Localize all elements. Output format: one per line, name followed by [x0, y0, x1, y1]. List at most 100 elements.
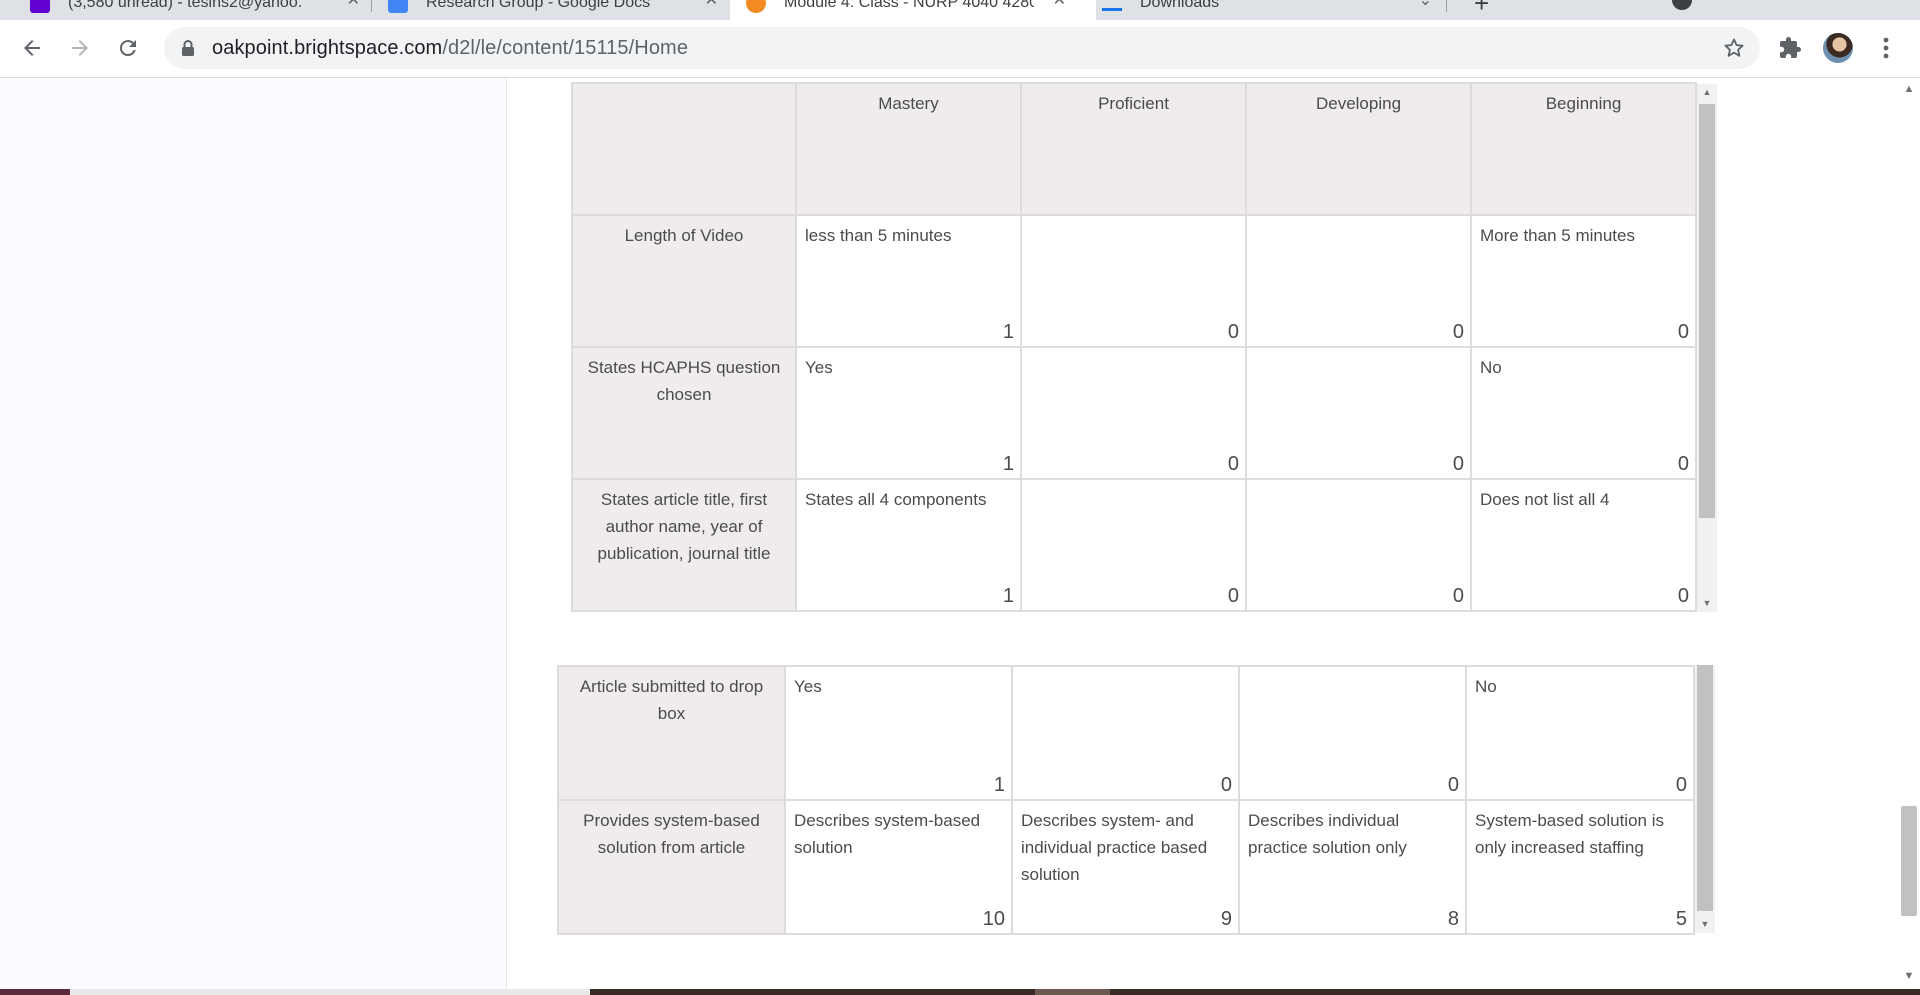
cell-points: 5	[1675, 908, 1687, 930]
scrollbar-thumb[interactable]	[1699, 104, 1715, 518]
cell-points: 0	[1452, 585, 1464, 607]
url-text[interactable]: oakpoint.brightspace.com/d2l/le/content/…	[212, 37, 688, 60]
chevron-down-icon[interactable]: ⌄	[1419, 0, 1432, 10]
rubric-cell: Yes 1	[784, 665, 1013, 801]
cell-points: 0	[1227, 321, 1239, 343]
rubric-cell: States all 4 components 1	[795, 478, 1022, 612]
close-icon[interactable]: ✕	[1053, 0, 1066, 10]
rubric-cell: System-based solution is only increased …	[1465, 799, 1695, 935]
content-navigation-panel	[0, 78, 507, 990]
reload-button[interactable]	[110, 30, 146, 66]
browser-tab-brightspace[interactable]: Module 4: Class - NURP 4040 4280 ✕	[730, 0, 1096, 20]
arrow-right-icon	[72, 40, 88, 56]
rubric-cell: 0	[1020, 478, 1247, 612]
cell-description: Describes individual practice solution o…	[1248, 811, 1407, 857]
arrow-left-icon	[24, 40, 40, 56]
close-icon[interactable]: ✕	[347, 0, 360, 10]
cell-points: 0	[1227, 585, 1239, 607]
scroll-down-icon[interactable]: ▼	[1898, 971, 1920, 982]
scroll-up-icon[interactable]: ▲	[1898, 84, 1920, 95]
browser-toolbar: oakpoint.brightspace.com/d2l/le/content/…	[0, 20, 1920, 78]
cell-points: 1	[993, 774, 1005, 796]
criterion-label: Provides system-based solution from arti…	[557, 799, 786, 935]
tab-strip: (3,580 unread) - tesins2@yahoo. ✕ Resear…	[0, 0, 1920, 20]
downloads-icon	[1102, 0, 1122, 11]
forward-button[interactable]	[62, 30, 98, 66]
cell-points: 9	[1220, 908, 1232, 930]
cell-points: 8	[1447, 908, 1459, 930]
tab-title: Module 4: Class - NURP 4040 4280	[784, 0, 1034, 11]
cell-points: 0	[1677, 453, 1689, 475]
cell-description: Describes system-based solution	[794, 811, 981, 857]
tab-divider	[1446, 0, 1447, 12]
scroll-down-icon[interactable]: ▼	[1695, 919, 1715, 929]
browser-tab-docs[interactable]: Research Group - Google Docs ✕	[388, 0, 718, 20]
cell-points: 0	[1227, 453, 1239, 475]
cell-points: 10	[982, 908, 1005, 930]
media-control-icon[interactable]	[1672, 0, 1692, 10]
rubric-corner-cell	[571, 82, 797, 216]
cell-points: 0	[1675, 774, 1687, 796]
cell-description: No	[1480, 358, 1502, 377]
tab-title: (3,580 unread) - tesins2@yahoo.	[68, 0, 303, 11]
taskbar-segment	[1035, 989, 1110, 995]
rubric-row-system-solution: Provides system-based solution from arti…	[557, 799, 1695, 935]
browser-tab-mail[interactable]: (3,580 unread) - tesins2@yahoo. ✕	[30, 0, 360, 20]
level-header-mastery: Mastery	[795, 82, 1022, 216]
cell-points: 0	[1447, 774, 1459, 796]
rubric-cell: More than 5 minutes 0	[1470, 214, 1697, 348]
rubric-cell: 0	[1245, 346, 1472, 480]
rubric-cell: less than 5 minutes 1	[795, 214, 1022, 348]
cell-description: More than 5 minutes	[1480, 226, 1635, 245]
browser-menu-button[interactable]	[1868, 30, 1904, 66]
more-vert-icon	[1883, 37, 1889, 59]
extensions-button[interactable]	[1772, 30, 1808, 66]
new-tab-icon[interactable]: +	[1474, 0, 1489, 19]
rubric-cell: Describes system-based solution 10	[784, 799, 1013, 935]
scrollbar-thumb[interactable]	[1697, 665, 1713, 911]
criterion-label: States article title, first author name,…	[571, 478, 797, 612]
cell-description: No	[1475, 677, 1497, 696]
address-bar[interactable]: oakpoint.brightspace.com/d2l/le/content/…	[164, 27, 1760, 69]
cell-description: Yes	[805, 358, 833, 377]
rubric-cell: 0	[1020, 214, 1247, 348]
rubric-cell: 0	[1011, 665, 1240, 801]
rubric-cell: No 0	[1465, 665, 1695, 801]
cell-description: States all 4 components	[805, 490, 987, 509]
cell-description: Does not list all 4	[1480, 490, 1610, 509]
rubric-header-row: Mastery Proficient Developing Beginning	[571, 82, 1697, 216]
cell-points: 1	[1002, 321, 1014, 343]
rubric-table-bottom: Article submitted to drop box Yes 1 0 0 N…	[557, 665, 1695, 935]
reload-icon	[119, 40, 136, 57]
level-header-developing: Developing	[1245, 82, 1472, 216]
scrollbar-thumb[interactable]	[1901, 806, 1917, 916]
url-host: oakpoint.brightspace.com	[212, 37, 443, 59]
cell-points: 1	[1002, 453, 1014, 475]
criterion-label: States HCAPHS question chosen	[571, 346, 797, 480]
close-icon[interactable]: ✕	[705, 0, 718, 10]
cell-points: 0	[1220, 774, 1232, 796]
cell-points: 0	[1452, 453, 1464, 475]
yahoo-mail-icon	[30, 0, 50, 13]
cell-points: 0	[1677, 585, 1689, 607]
browser-tab-downloads[interactable]: Downloads ⌄	[1102, 0, 1432, 20]
cell-points: 0	[1677, 321, 1689, 343]
scroll-up-icon[interactable]: ▲	[1697, 87, 1717, 97]
level-header-beginning: Beginning	[1470, 82, 1697, 216]
back-button[interactable]	[14, 30, 50, 66]
bookmark-star-icon[interactable]	[1722, 36, 1746, 60]
cell-description: less than 5 minutes	[805, 226, 952, 245]
brightspace-icon	[746, 0, 766, 13]
rubric-top-scrollbar[interactable]: ▲ ▼	[1697, 84, 1717, 612]
rubric-cell: No 0	[1470, 346, 1697, 480]
lock-icon[interactable]	[180, 39, 196, 57]
rubric-bottom-scrollbar[interactable]: ▼	[1695, 665, 1715, 933]
level-header-proficient: Proficient	[1020, 82, 1247, 216]
rubric-cell: Describes system- and individual practic…	[1011, 799, 1240, 935]
profile-button[interactable]	[1820, 30, 1856, 66]
rubric-cell: 0	[1245, 478, 1472, 612]
page-scrollbar[interactable]: ▲ ▼	[1898, 78, 1920, 990]
scroll-down-icon[interactable]: ▼	[1697, 598, 1717, 608]
cell-description: System-based solution is only increased …	[1475, 811, 1664, 857]
tab-title: Downloads	[1140, 0, 1220, 11]
